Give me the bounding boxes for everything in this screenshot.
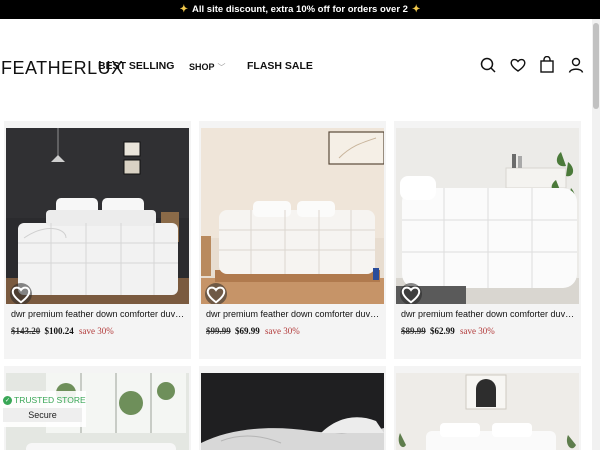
secure-label: Secure [3, 408, 82, 422]
user-icon[interactable] [567, 56, 585, 74]
product-title[interactable]: dwr premium feather down comforter duvet… [206, 309, 380, 319]
savings-badge: save 30% [79, 326, 114, 336]
savings-badge: save 30% [460, 326, 495, 336]
bag-icon[interactable] [538, 55, 556, 74]
product-card[interactable]: dwr premium feather down comforter duvet… [394, 121, 581, 359]
trusted-store-text: TRUSTED STORE [14, 395, 86, 405]
sale-price: $69.99 [235, 326, 260, 336]
product-card[interactable] [199, 366, 386, 450]
product-title[interactable]: dwr premium feather down comforter duvet… [401, 309, 575, 319]
nav-shop[interactable]: SHOP ﹀ [189, 62, 226, 73]
product-image[interactable] [201, 373, 384, 450]
wishlist-button[interactable] [400, 283, 422, 304]
compare-price: $99.99 [206, 326, 231, 336]
product-price: $99.99 $69.99 save 30% [206, 326, 300, 336]
heart-icon [11, 286, 31, 304]
site-header: FEATHERLUX BEST SELLING SHOP ﹀ FLASH SALE [0, 19, 592, 117]
product-image[interactable] [396, 373, 579, 450]
product-card[interactable]: dwr premium feather down comforter duvet… [199, 121, 386, 359]
sale-price: $62.99 [430, 326, 455, 336]
product-price: $89.99 $62.99 save 30% [401, 326, 495, 336]
nav-flash-sale[interactable]: FLASH SALE [247, 60, 313, 72]
trusted-store-label: ✓ TRUSTED STORE [3, 395, 86, 405]
chevron-down-icon: ﹀ [217, 63, 226, 72]
heart-icon [401, 286, 421, 304]
product-image[interactable] [396, 128, 579, 304]
product-title[interactable]: dwr premium feather down comforter duvet… [11, 309, 185, 319]
product-card[interactable]: dwr premium feather down comforter duvet… [4, 121, 191, 359]
trusted-store-badge[interactable]: ✓ TRUSTED STORE Secure [0, 391, 86, 427]
page-scrollbar[interactable] [592, 19, 600, 450]
compare-price: $89.99 [401, 326, 426, 336]
heart-icon[interactable] [509, 56, 527, 74]
nav-shop-label: SHOP [189, 62, 215, 72]
sparkle-icon: ✦ [411, 4, 421, 15]
sale-price: $100.24 [44, 326, 74, 336]
product-card[interactable] [394, 366, 581, 450]
announcement-text: All site discount, extra 10% off for ord… [192, 4, 408, 15]
wishlist-button[interactable] [205, 283, 227, 304]
savings-badge: save 30% [265, 326, 300, 336]
product-grid: dwr premium feather down comforter duvet… [0, 117, 592, 450]
announcement-bar: ✦ All site discount, extra 10% off for o… [0, 0, 600, 19]
search-icon[interactable] [479, 56, 497, 74]
nav-best-selling[interactable]: BEST SELLING [98, 60, 174, 72]
product-price: $143.20 $100.24 save 30% [11, 326, 114, 336]
compare-price: $143.20 [11, 326, 41, 336]
product-image[interactable] [6, 128, 189, 304]
check-circle-icon: ✓ [3, 395, 12, 405]
scrollbar-thumb[interactable] [593, 23, 599, 109]
heart-icon [206, 286, 226, 304]
product-image[interactable] [201, 128, 384, 304]
wishlist-button[interactable] [10, 283, 32, 304]
sparkle-icon: ✦ [179, 4, 189, 15]
